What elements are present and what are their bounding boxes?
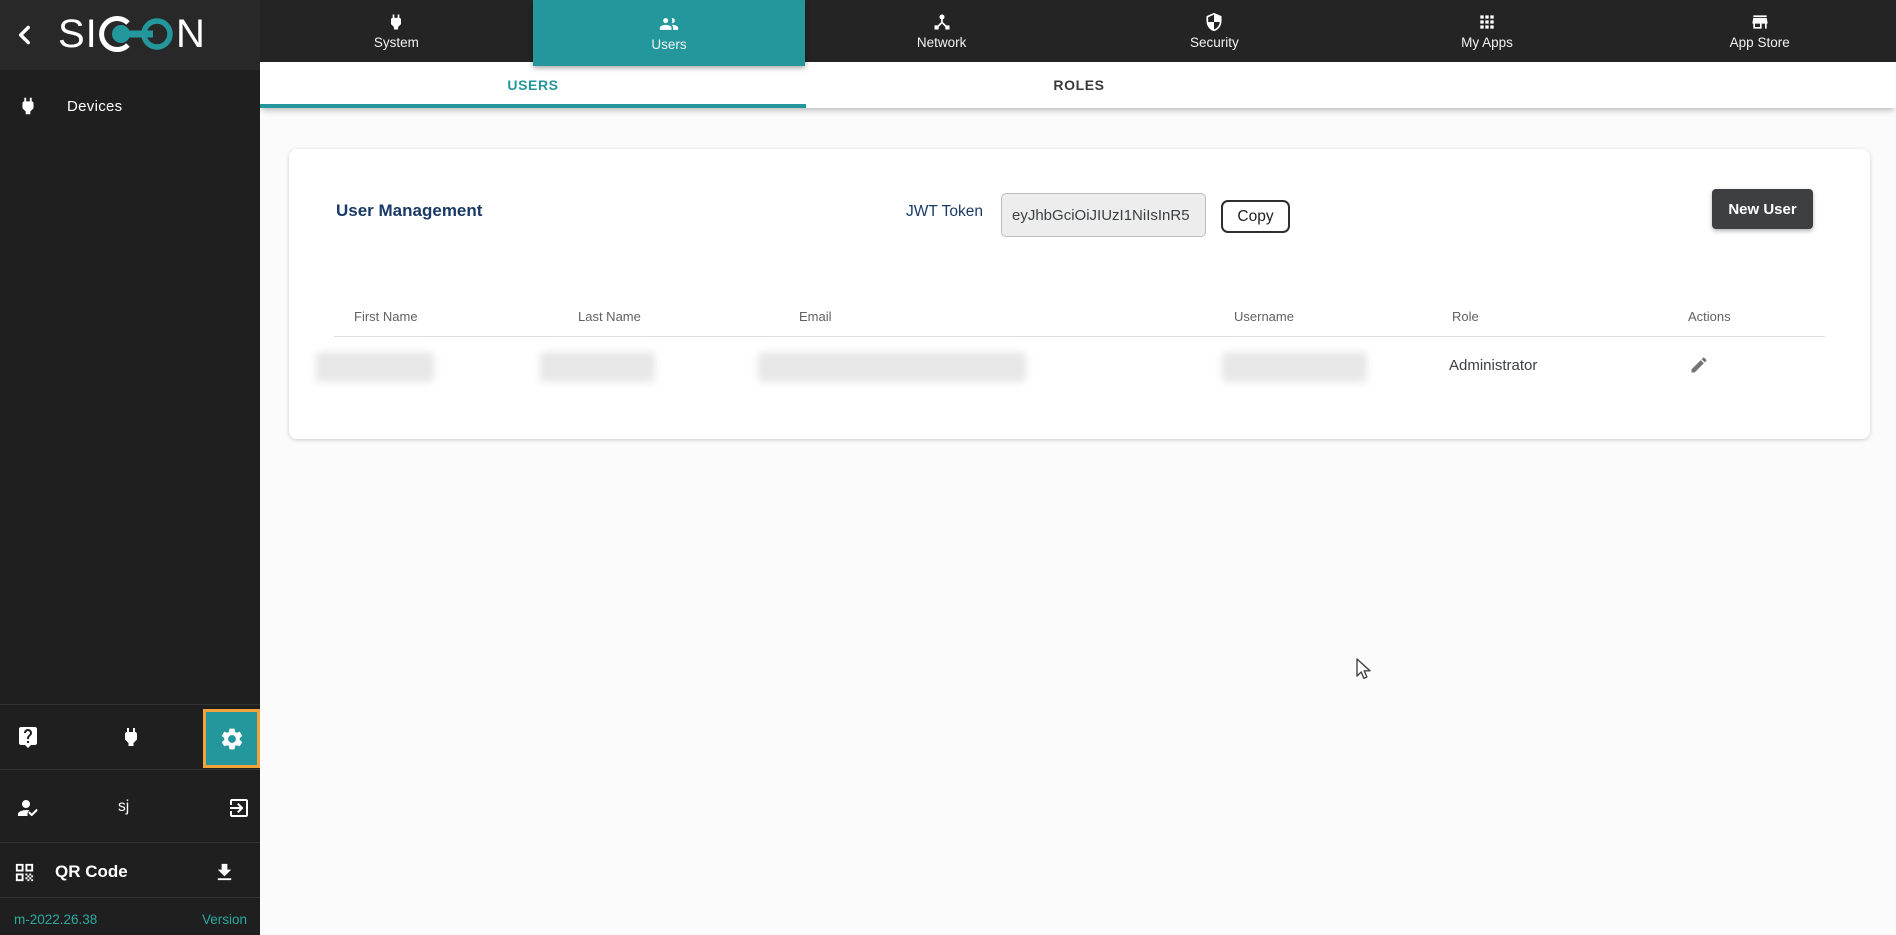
jwt-token-input[interactable]: [1001, 193, 1206, 237]
edit-user-button[interactable]: [1689, 355, 1713, 379]
nav-tab-my-apps[interactable]: My Apps: [1351, 0, 1624, 62]
sidebar-item-devices[interactable]: Devices: [0, 84, 260, 128]
jwt-token-label: JWT Token: [849, 203, 983, 221]
user-account-button[interactable]: [16, 796, 40, 820]
arrow-cursor-icon: [1351, 656, 1375, 684]
help-icon: [16, 725, 40, 749]
logo-link-bar: [121, 31, 153, 38]
nav-tab-label: Network: [917, 35, 967, 50]
subtab-bar: USERS ROLES: [260, 62, 1896, 108]
tab-users-label: USERS: [507, 77, 558, 93]
column-header-last-name: Last Name: [578, 309, 641, 324]
back-button[interactable]: [12, 22, 38, 48]
power-plug-icon: [386, 12, 406, 32]
user-management-card: User Management JWT Token Copy New User …: [289, 149, 1870, 439]
download-icon: [213, 861, 236, 884]
logo-text-n: N: [176, 12, 205, 56]
tab-roles[interactable]: ROLES: [806, 62, 1352, 108]
settings-button[interactable]: [203, 709, 260, 768]
settings-gear-icon: [219, 726, 245, 752]
new-user-button[interactable]: New User: [1712, 189, 1813, 229]
redacted-last-name-cell: [540, 352, 655, 382]
nav-tab-label: Users: [651, 37, 686, 52]
version-label: Version: [202, 912, 247, 927]
logout-button[interactable]: [227, 796, 251, 820]
table-header-divider: [334, 336, 1825, 337]
logo-text-si: SI: [58, 12, 98, 56]
users-icon: [659, 14, 679, 34]
device-button[interactable]: [119, 725, 143, 749]
username-label: sj: [118, 798, 129, 816]
nav-tab-app-store[interactable]: App Store: [1623, 0, 1896, 62]
redacted-first-name-cell: [316, 352, 434, 382]
copy-button[interactable]: Copy: [1221, 200, 1290, 233]
app-screen: SI N Devices: [0, 0, 1896, 935]
nav-tab-users[interactable]: Users: [533, 0, 806, 66]
help-button[interactable]: [16, 725, 40, 749]
sicon-logo: SI N: [58, 10, 218, 63]
security-shield-icon: [1204, 12, 1224, 32]
divider: [0, 769, 260, 770]
nav-tab-system[interactable]: System: [260, 0, 533, 62]
page-title: User Management: [336, 201, 482, 221]
column-header-username: Username: [1234, 309, 1294, 324]
sidebar: SI N Devices: [0, 0, 260, 935]
top-navigation: System Users Network Security My Apps Ap…: [260, 0, 1896, 62]
storefront-icon: [1750, 12, 1770, 32]
tab-users[interactable]: USERS: [260, 62, 806, 108]
qr-code-button[interactable]: [13, 861, 37, 885]
column-header-first-name: First Name: [354, 309, 418, 324]
device-plug-icon: [17, 95, 39, 117]
chevron-left-icon: [12, 22, 38, 48]
nav-tab-label: Security: [1190, 35, 1239, 50]
column-header-email: Email: [799, 309, 832, 324]
user-check-icon: [16, 796, 40, 820]
sidebar-item-label: Devices: [67, 98, 122, 115]
sidebar-header: SI N: [0, 0, 260, 70]
qr-code-icon: [13, 861, 36, 884]
mouse-cursor: [1351, 656, 1375, 689]
logout-icon: [227, 796, 251, 820]
redacted-email-cell: [758, 352, 1026, 382]
nav-tab-label: System: [374, 35, 419, 50]
tab-roles-label: ROLES: [1053, 77, 1104, 93]
nav-tab-network[interactable]: Network: [805, 0, 1078, 62]
active-tab-indicator: [260, 104, 806, 108]
column-header-actions: Actions: [1688, 309, 1731, 324]
nav-tab-label: App Store: [1730, 35, 1790, 50]
divider: [0, 897, 260, 898]
divider: [0, 842, 260, 843]
apps-grid-icon: [1477, 12, 1497, 32]
nav-tab-label: My Apps: [1461, 35, 1513, 50]
version-value: m-2022.26.38: [14, 912, 97, 927]
download-button[interactable]: [213, 861, 237, 885]
nav-tab-security[interactable]: Security: [1078, 0, 1351, 62]
redacted-username-cell: [1222, 352, 1367, 382]
device-plug-icon: [119, 725, 143, 749]
role-cell: Administrator: [1449, 357, 1537, 374]
divider: [0, 704, 260, 705]
column-header-role: Role: [1452, 309, 1479, 324]
qr-code-label: QR Code: [55, 862, 128, 882]
network-hub-icon: [932, 12, 952, 32]
pencil-icon: [1689, 355, 1709, 375]
